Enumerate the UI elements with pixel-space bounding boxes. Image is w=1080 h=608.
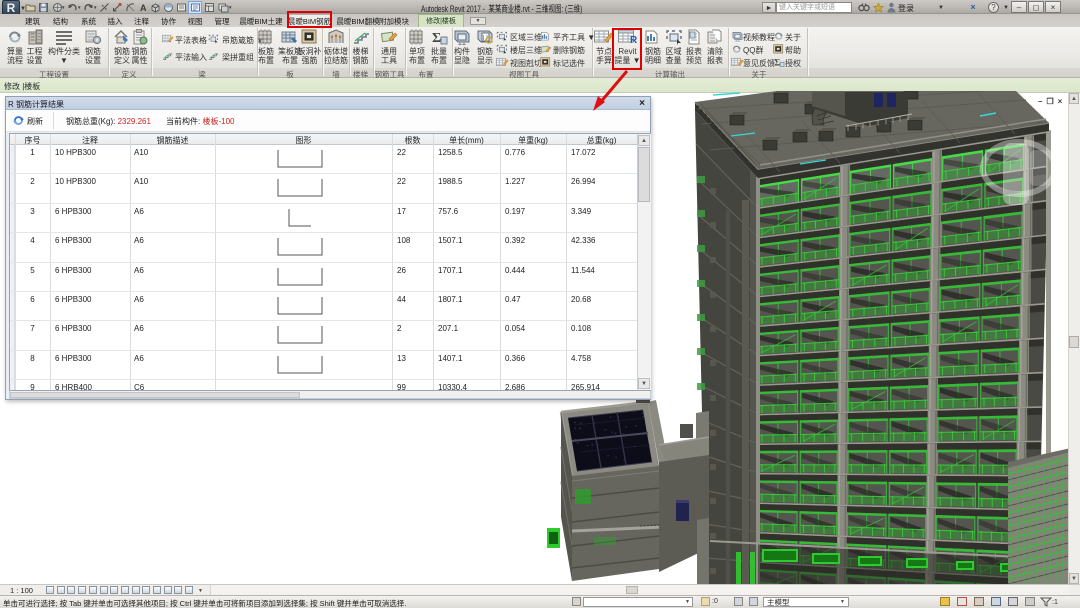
svg-text:A: A (140, 3, 147, 13)
svg-text:Σ: Σ (774, 57, 780, 67)
svg-text:Σ: Σ (432, 31, 441, 45)
